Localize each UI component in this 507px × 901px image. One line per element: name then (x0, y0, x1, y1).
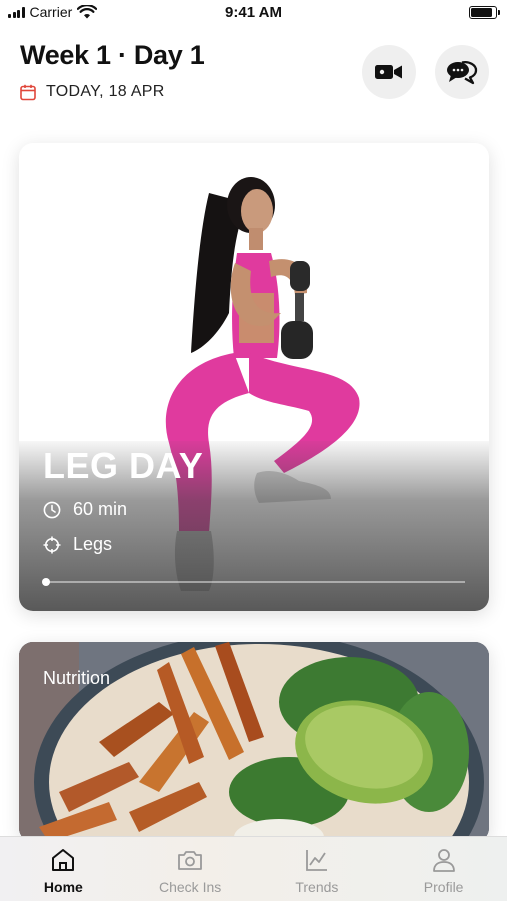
chart-icon (305, 850, 327, 871)
video-call-button[interactable] (362, 45, 416, 99)
tab-trends[interactable]: Trends (254, 837, 381, 901)
page-title: Week 1 · Day 1 (20, 40, 205, 70)
tab-profile[interactable]: Profile (380, 837, 507, 901)
target-icon (43, 536, 61, 553)
nutrition-card[interactable]: Nutrition (19, 642, 489, 842)
tab-check-ins[interactable]: Check Ins (127, 837, 254, 901)
workout-duration: 60 min (43, 499, 127, 520)
duration-label: 60 min (73, 499, 128, 519)
battery-icon (469, 6, 500, 19)
tab-home-label: Home (43, 879, 83, 895)
date-row: TODAY, 18 APR (20, 83, 165, 101)
tab-profile-label: Profile (423, 879, 464, 895)
tab-trends-label: Trends (295, 879, 339, 895)
chat-bubbles-icon (447, 61, 478, 85)
workout-card[interactable]: Workout LEG DAY 60 min Legs (19, 143, 489, 611)
workout-label: Workout (43, 169, 110, 189)
date-label: TODAY, 18 APR (46, 83, 165, 100)
workout-progress-track (42, 578, 465, 586)
person-icon (432, 849, 455, 872)
home-icon (52, 849, 75, 871)
tab-bar: Home Check Ins Trends Profile (0, 836, 507, 901)
status-bar: Carrier 9:41 AM (0, 0, 507, 26)
calendar-icon (20, 84, 36, 100)
workout-focus: Legs (43, 534, 112, 555)
workout-progress-knob (42, 578, 50, 586)
tab-check-ins-label: Check Ins (159, 879, 222, 895)
tab-home[interactable]: Home (0, 837, 127, 901)
workout-title: LEG DAY (43, 445, 204, 486)
video-camera-icon (375, 65, 402, 79)
camera-icon (178, 851, 203, 870)
status-time: 9:41 AM (225, 4, 282, 21)
chat-button[interactable] (435, 45, 489, 99)
focus-label: Legs (73, 534, 113, 554)
nutrition-label: Nutrition (43, 668, 111, 688)
clock-icon (43, 501, 61, 518)
